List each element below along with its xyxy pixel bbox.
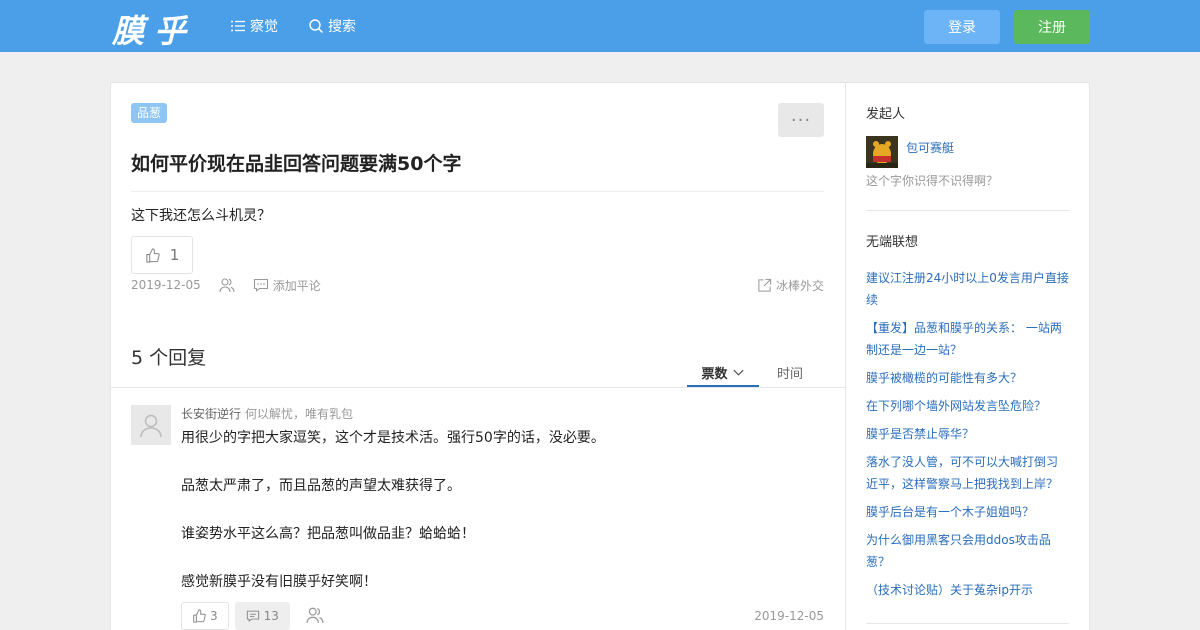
reply-paragraph: 谁姿势水平这么高？把品葱叫做品韭？蛤蛤蛤！ xyxy=(181,526,475,542)
user-placeholder-icon xyxy=(140,414,162,438)
divider xyxy=(111,387,845,388)
thumbs-up-icon xyxy=(193,609,206,623)
top-navbar: 膜乎 察觉 搜索 登录 注册 xyxy=(0,0,1200,52)
related-list: 建议江注册24小时以上0发言用户直接续 【重发】品葱和膜乎的关系： 一站两制还是… xyxy=(866,267,1069,607)
thumbs-up-icon xyxy=(146,247,160,263)
starter-signature: 这个字你识得不识得啊？ xyxy=(866,174,999,188)
related-link[interactable]: 落水了没人管，可不可以大喊打倒习近平，这样警察马上把我找到上岸？ xyxy=(866,451,1069,495)
sort-by-time-tab[interactable]: 时间 xyxy=(777,359,803,385)
more-options-button[interactable]: ··· xyxy=(778,103,824,137)
starter-name[interactable]: 包可赛艇 xyxy=(906,139,954,156)
question-title: 如何平价现在品韭回答问题要满50个字 xyxy=(131,153,462,175)
question-column: 品葱 ··· 如何平价现在品韭回答问题要满50个字 这下我还怎么斗机灵？ 1 2… xyxy=(111,83,845,630)
sidebar: 发起人 包可赛艇 这个字你识得不识得啊？ 无端联想 建议江注册24小时以上0发言… xyxy=(845,83,1090,630)
comment-icon xyxy=(253,278,268,292)
nav-search[interactable]: 搜索 xyxy=(308,16,356,36)
starter-avatar[interactable] xyxy=(866,136,898,168)
sort-votes-label: 票数 xyxy=(701,366,728,382)
avatar-image xyxy=(866,136,898,168)
users-icon xyxy=(219,278,235,293)
starter-heading: 发起人 xyxy=(866,107,906,122)
reply-actions: 3 13 2019-12-05 xyxy=(181,602,824,630)
divider xyxy=(131,191,824,192)
register-button[interactable]: 注册 xyxy=(1014,10,1090,44)
add-comment-button[interactable]: 添加平论 xyxy=(253,277,321,294)
reply-paragraph: 用很少的字把大家逗笑，这个才是技术活。强行50字的话，没必要。 xyxy=(181,430,605,446)
search-icon xyxy=(309,19,324,34)
related-link[interactable]: 在下列哪个墙外网站发言坠危险？ xyxy=(866,395,1069,417)
related-link[interactable]: 膜乎是否禁止辱华？ xyxy=(866,423,1069,445)
related-heading: 无端联想 xyxy=(866,235,919,250)
share-button[interactable]: 冰棒外交 xyxy=(757,277,824,294)
login-button[interactable]: 登录 xyxy=(924,10,1000,44)
reply-invite-button[interactable] xyxy=(296,606,324,627)
question-vote-count: 1 xyxy=(169,246,180,264)
divider xyxy=(866,210,1069,211)
invite-users-button[interactable] xyxy=(219,277,235,293)
question-date: 2019-12-05 xyxy=(131,278,201,292)
related-link[interactable]: 建议江注册24小时以上0发言用户直接续 xyxy=(866,267,1069,311)
comment-icon xyxy=(246,610,259,622)
reply-avatar[interactable] xyxy=(131,405,171,445)
chevron-down-icon xyxy=(732,369,744,376)
main-panel: 品葱 ··· 如何平价现在品韭回答问题要满50个字 这下我还怎么斗机灵？ 1 2… xyxy=(110,82,1090,630)
question-upvote-button[interactable]: 1 xyxy=(131,236,193,274)
related-link[interactable]: 膜乎被橄榄的可能性有多大？ xyxy=(866,367,1069,389)
add-comment-label: 添加平论 xyxy=(272,278,321,293)
reply-paragraph: 感觉新膜乎没有旧膜乎好笑啊！ xyxy=(181,574,377,590)
share-label: 冰棒外交 xyxy=(775,278,824,293)
related-link[interactable]: 膜乎后台是有一个木子姐姐吗？ xyxy=(866,501,1069,523)
reply-upvote-button[interactable]: 3 xyxy=(181,602,229,630)
sort-by-votes-tab[interactable]: 票数 xyxy=(687,359,759,387)
related-link[interactable]: （技术讨论贴）关于菟杂ip开示 xyxy=(866,579,1069,601)
site-logo[interactable]: 膜乎 xyxy=(112,6,196,52)
list-icon xyxy=(231,20,245,32)
reply-comment-count: 13 xyxy=(263,609,279,623)
related-link[interactable]: 为什么御用黑客只会用ddos攻击品葱？ xyxy=(866,529,1069,573)
reply-author-signature: 何以解忧，唯有乳包 xyxy=(245,407,354,421)
related-link[interactable]: 【重发】品葱和膜乎的关系： 一站两制还是一边一站？ xyxy=(866,317,1069,361)
reply-comments-button[interactable]: 13 xyxy=(234,602,290,630)
reply-paragraph: 品葱太严肃了，而且品葱的声望太难获得了。 xyxy=(181,478,461,494)
users-icon xyxy=(306,607,324,623)
reply-count: 5 个回复 xyxy=(131,347,207,369)
topic-tag[interactable]: 品葱 xyxy=(131,103,168,123)
nav-discover[interactable]: 察觉 xyxy=(230,16,278,36)
reply-vote-count: 3 xyxy=(210,609,218,623)
question-meta: 2019-12-05 添加平论 冰棒外交 xyxy=(131,275,824,295)
share-icon xyxy=(758,278,772,292)
nav-search-label: 搜索 xyxy=(328,19,356,35)
divider xyxy=(866,623,1069,624)
reply-date: 2019-12-05 xyxy=(754,609,824,623)
reply-author-name[interactable]: 长安街逆行 xyxy=(181,407,241,421)
question-body: 这下我还怎么斗机灵？ xyxy=(131,208,271,224)
reply-author-line: 长安街逆行 何以解忧，唯有乳包 xyxy=(181,405,353,422)
nav-discover-label: 察觉 xyxy=(250,19,278,35)
